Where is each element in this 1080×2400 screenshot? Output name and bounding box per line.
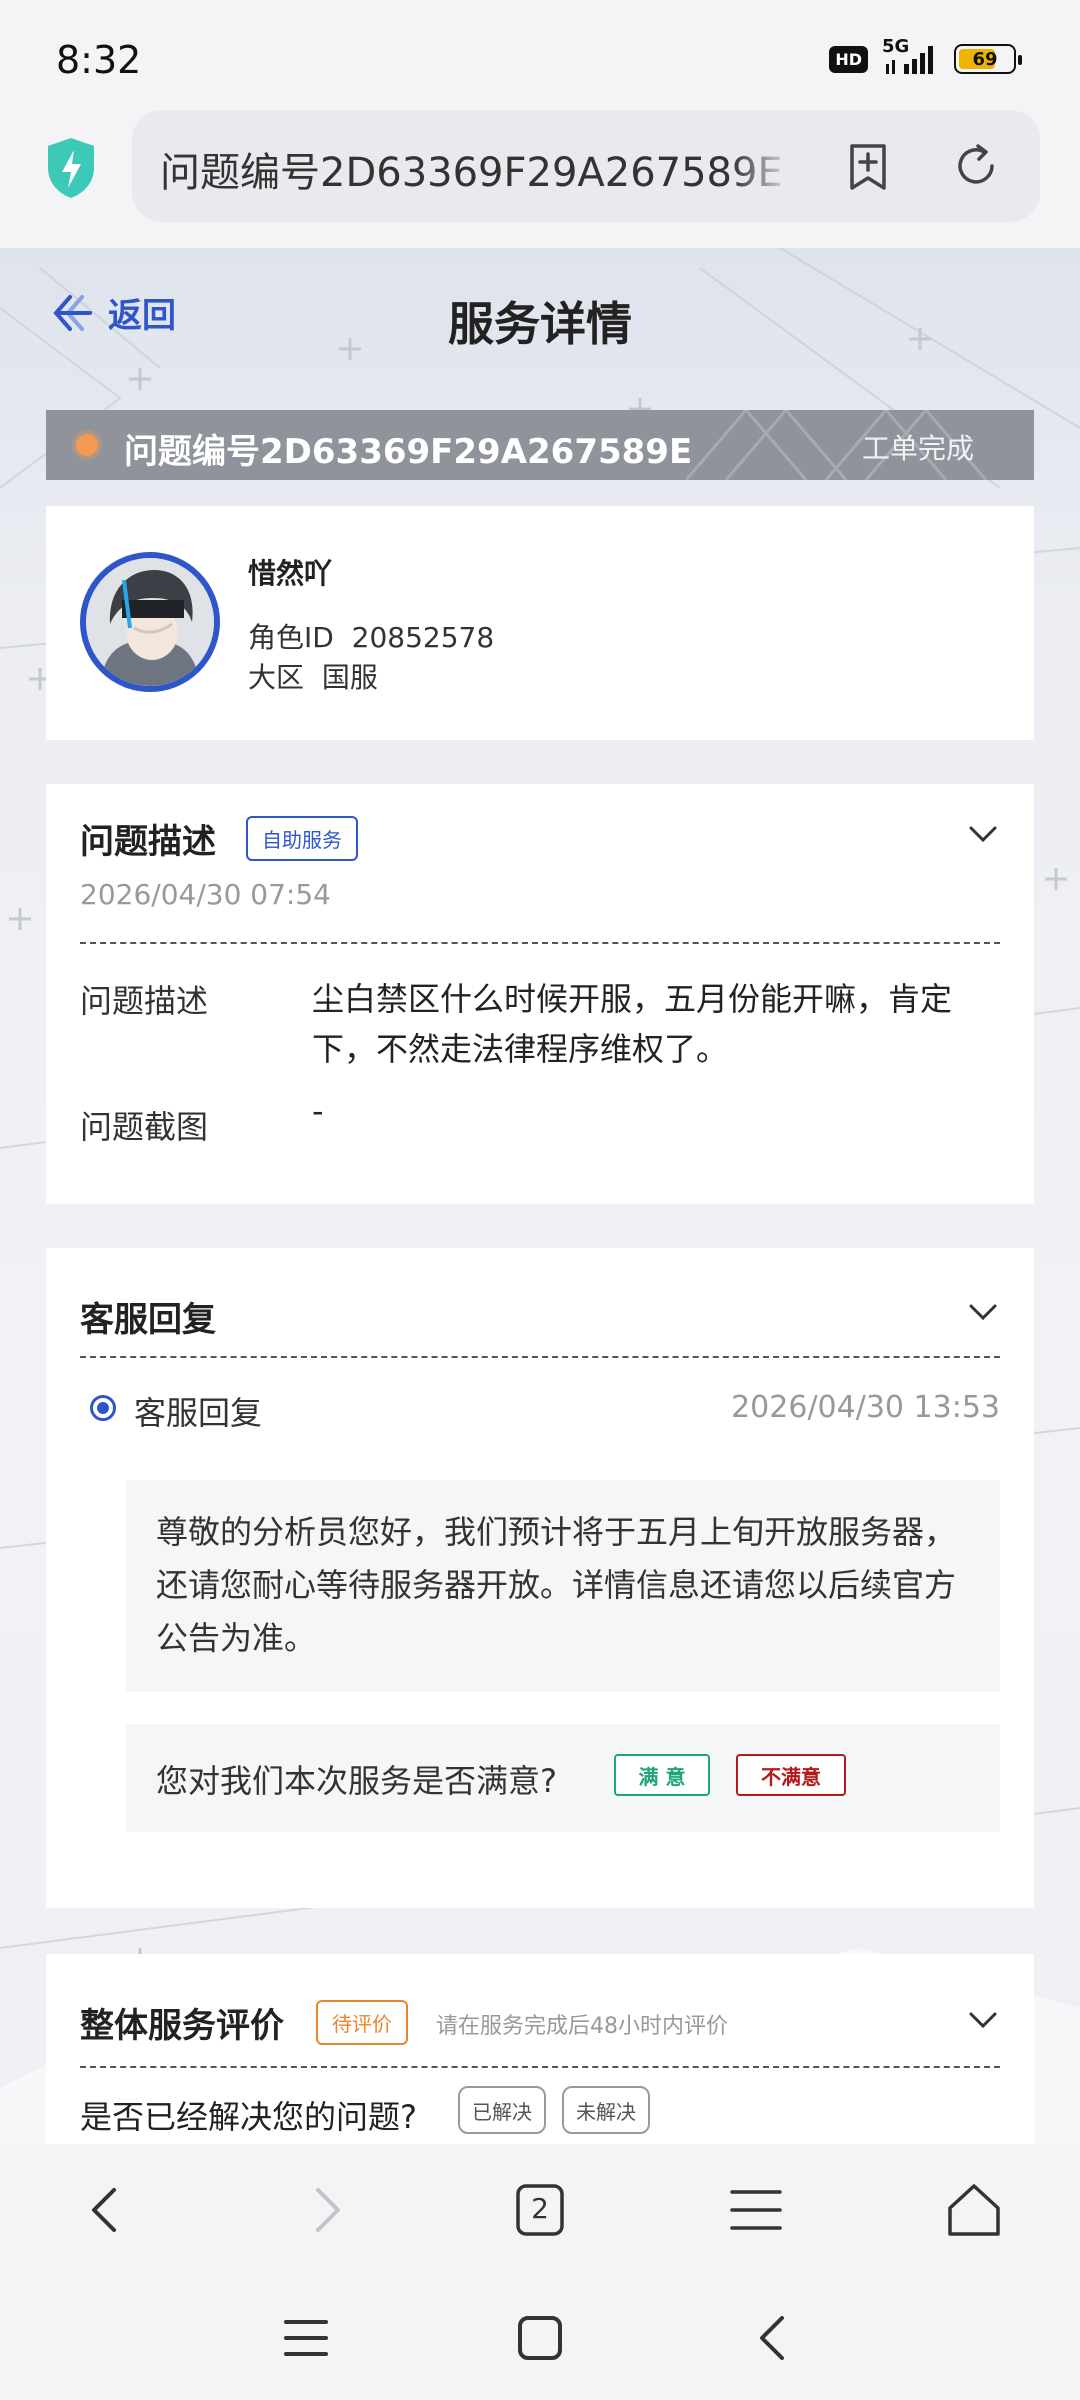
recents-icon[interactable] [278,2310,334,2366]
nickname: 惜然吖 [248,557,333,590]
bookmark-add-icon[interactable] [840,138,896,194]
battery-level: 69 [972,48,998,70]
reply-message: 尊敬的分析员您好，我们预计将于五月上旬开放服务器，还请您耐心等待服务器开放。详情… [156,1513,957,1657]
self-service-tag: 自助服务 [246,816,358,861]
divider [80,1356,1000,1358]
url-text[interactable]: 问题编号2D63369F29A267589E [160,140,780,198]
region-value: 国服 [321,661,378,694]
role-id-value: 20852578 [351,621,495,654]
description-title: 问题描述 [80,822,216,862]
region-label: 大区 [248,661,305,694]
evaluation-title: 整体服务评价 [80,2006,284,2046]
avatar-image [86,558,214,686]
resolved-question: 是否已经解决您的问题? [80,2098,417,2136]
satisfied-button[interactable]: 满 意 [614,1754,710,1796]
reply-item-label: 客服回复 [134,1394,263,1432]
shield-bolt-icon[interactable] [44,136,98,200]
description-date: 2026/04/30 07:54 [80,878,331,911]
satisfaction-question: 您对我们本次服务是否满意? [156,1762,557,1800]
evaluation-card: 整体服务评价 待评价 请在服务完成后48小时内评价 是否已经解决您的问题? 已解… [46,1954,1034,2144]
browser-toolbar: 问题编号2D63369F29A267589E [0,110,1080,248]
reply-title: 客服回复 [80,1300,216,1340]
role-id-label: 角色ID [248,621,334,654]
region: 大区 国服 [248,656,378,696]
evaluation-hint: 请在服务完成后48小时内评价 [436,2014,728,2039]
ticket-status: 工单完成 [861,432,974,465]
description-value: 尘白禁区什么时候开服，五月份能开嘛，肯定下，不然走法律程序维权了。 [312,980,953,1068]
divider [80,2066,1000,2068]
battery-icon: 69 [954,44,1022,74]
tab-count: 2 [531,2192,549,2225]
satisfaction-box: 您对我们本次服务是否满意? 满 意 不满意 [126,1724,1000,1832]
unresolved-button[interactable]: 未解决 [562,2086,650,2134]
address-bar[interactable]: 问题编号2D63369F29A267589E [132,110,1040,222]
system-nav-bar [0,2274,1080,2400]
tabs-icon[interactable]: 2 [510,2180,570,2240]
page-title: 服务详情 [448,297,632,351]
avatar [80,552,220,692]
ticket-status-dot [76,434,98,456]
reply-message-box: 尊敬的分析员您好，我们预计将于五月上旬开放服务器，还请您耐心等待服务器开放。详情… [126,1480,1000,1692]
description-label: 问题描述 [80,982,209,1020]
signal-icon: 5G [882,38,940,76]
profile-card: 惜然吖 角色ID 20852578 大区 国服 [46,506,1034,740]
browser-bottom-nav: 2 [0,2144,1080,2274]
chevron-down-icon[interactable] [968,1302,998,1322]
chevron-down-icon[interactable] [968,2010,998,2030]
reply-card: 客服回复 客服回复 2026/04/30 13:53 尊敬的分析员您好，我们预计… [46,1248,1034,1908]
status-icons: HD 5G 69 [829,38,1022,76]
ticket-bar-pattern [686,410,988,480]
role-id: 角色ID 20852578 [248,616,494,656]
hd-badge: HD [829,45,868,73]
reload-icon[interactable] [948,138,1004,194]
home-icon[interactable] [512,2310,568,2366]
menu-icon[interactable] [726,2180,786,2240]
chevron-down-icon[interactable] [968,824,998,844]
divider [80,942,1000,944]
description-card: 问题描述 自助服务 2026/04/30 07:54 问题描述 尘白禁区什么时候… [46,784,1034,1204]
unsatisfied-button[interactable]: 不满意 [736,1754,846,1796]
status-time: 8:32 [56,38,142,82]
back-icon[interactable] [76,2180,136,2240]
forward-icon[interactable] [296,2180,356,2240]
page-header: 返回 服务详情 [0,248,1080,378]
home-icon[interactable] [944,2180,1004,2240]
ticket-id: 问题编号2D63369F29A267589E [124,432,693,472]
reply-item-date: 2026/04/30 13:53 [731,1390,1000,1425]
resolved-button[interactable]: 已解决 [458,2086,546,2134]
ticket-bar: 问题编号2D63369F29A267589E 工单完成 [46,410,1034,480]
screenshot-value: - [312,1092,324,1130]
screenshot-label: 问题截图 [80,1108,209,1146]
page-content[interactable]: 返回 服务详情 问题编号2D63369F29A267589E 工单完成 惜然吖 … [0,248,1080,2144]
pending-evaluation-tag: 待评价 [316,2000,408,2045]
back-icon[interactable] [746,2310,802,2366]
status-bar: 8:32 HD 5G 69 [0,0,1080,110]
reply-bullet-icon [90,1395,116,1421]
